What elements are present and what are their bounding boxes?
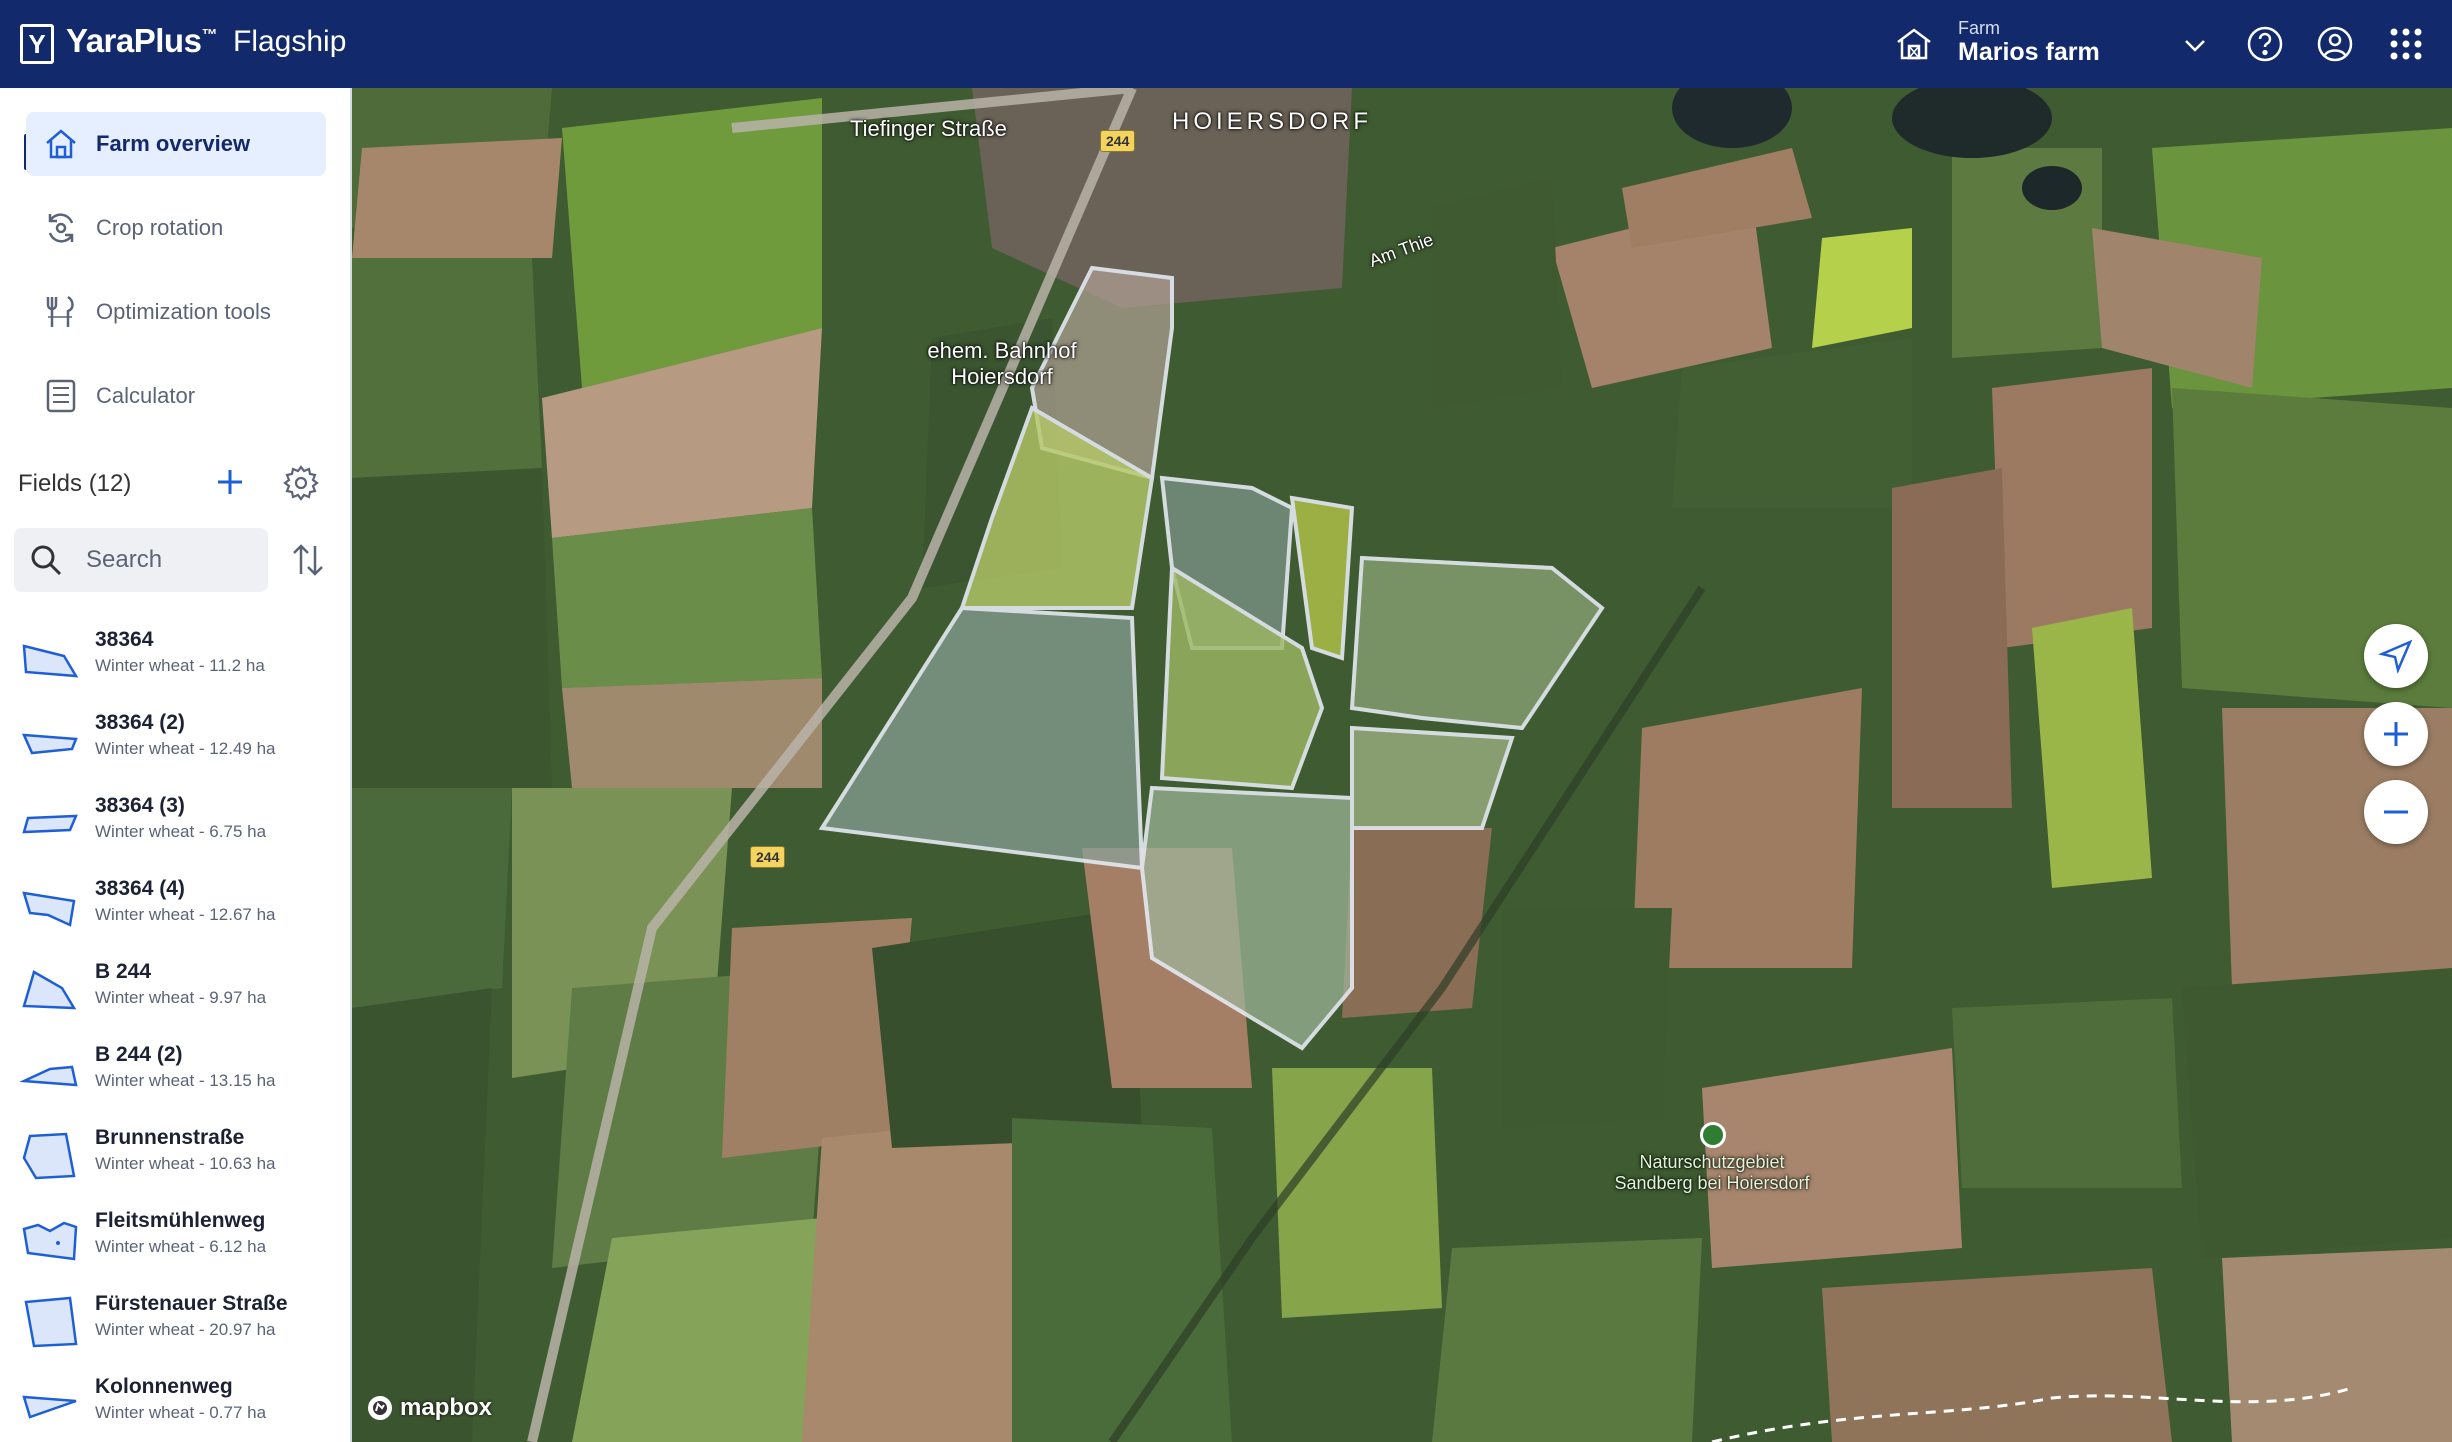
field-meta: Winter wheat - 11.2 ha — [95, 656, 265, 675]
map-poi-label-line: Hoiersdorf — [951, 364, 1053, 389]
product-name: Flagship — [233, 25, 347, 58]
map-village-label: HOIERSDORF — [1172, 108, 1373, 135]
zoom-out-button[interactable] — [2364, 780, 2428, 844]
locate-button[interactable] — [2364, 624, 2428, 688]
home-icon — [46, 129, 76, 159]
sidebar: Farm overview Crop rotation Optimization… — [0, 88, 352, 1442]
field-name: 38364 — [95, 628, 154, 651]
field-name: 38364 (2) — [95, 711, 185, 734]
field-name: B 244 — [95, 960, 152, 983]
plus-icon — [2384, 722, 2408, 746]
map-poi-label: Naturschutzgebiet Sandberg bei Hoiersdor… — [1592, 1152, 1832, 1194]
map-street-label: Tiefinger Straße — [850, 116, 1007, 141]
field-name: Kolonnenweg — [95, 1375, 233, 1398]
gear-icon[interactable] — [282, 464, 320, 502]
map-poi-label-line: ehem. Bahnhof — [927, 338, 1077, 363]
field-shape-icon — [24, 1296, 78, 1348]
account-icon[interactable] — [2315, 24, 2355, 64]
field-shape-icon — [20, 1065, 78, 1087]
nav-farm-overview[interactable]: Farm overview — [26, 112, 326, 176]
map-poi-label: ehem. Bahnhof Hoiersdorf — [922, 338, 1082, 390]
nav-label: Farm overview — [96, 131, 251, 156]
yara-logo[interactable]: Y — [20, 24, 54, 64]
field-shape-icon — [22, 970, 77, 1010]
search-icon — [31, 545, 62, 576]
nav-crop-rotation[interactable]: Crop rotation — [26, 196, 326, 260]
brand-text: YaraPlus — [66, 22, 202, 59]
field-name: 38364 (3) — [95, 794, 185, 817]
field-name: B 244 (2) — [95, 1043, 183, 1066]
field-meta: Winter wheat - 6.12 ha — [95, 1237, 267, 1256]
field-list-item[interactable]: Kolonnenweg Winter wheat - 0.77 ha — [0, 1365, 350, 1442]
field-shape-icon — [22, 1221, 78, 1261]
farm-caption: Farm — [1958, 18, 2000, 38]
add-field-icon[interactable] — [212, 464, 248, 500]
navigation-arrow-icon — [2378, 639, 2413, 674]
field-shape-icon — [22, 644, 79, 678]
field-meta: Winter wheat - 13.15 ha — [95, 1071, 276, 1090]
field-list-item[interactable]: Fürstenauer Straße Winter wheat - 20.97 … — [0, 1282, 350, 1364]
nature-reserve-icon[interactable] — [1700, 1122, 1726, 1148]
map-poi-label-line: Naturschutzgebiet — [1639, 1152, 1785, 1172]
search-input[interactable] — [86, 540, 258, 580]
search-box — [14, 528, 268, 592]
brand-name: YaraPlus™ — [66, 22, 217, 60]
field-list-item[interactable]: 38364 (3) Winter wheat - 6.75 ha — [0, 784, 350, 866]
field-meta: Winter wheat - 12.67 ha — [95, 905, 276, 924]
nav-label: Calculator — [96, 383, 196, 408]
field-shape-icon — [22, 814, 78, 834]
farm-selector[interactable]: Marios farm — [1958, 38, 2100, 67]
zoom-in-button[interactable] — [2364, 702, 2428, 766]
satellite-map[interactable]: Tiefinger Straße 244 HOIERSDORF Am Thie … — [352, 88, 2452, 1442]
field-name: Fürstenauer Straße — [95, 1292, 288, 1315]
apps-grid-icon[interactable] — [2386, 24, 2426, 64]
field-meta: Winter wheat - 20.97 ha — [95, 1320, 276, 1339]
field-list-item[interactable]: Fleitsmühlenweg Winter wheat - 6.12 ha — [0, 1199, 350, 1281]
field-name: 38364 (4) — [95, 877, 185, 900]
fields-title: Fields (12) — [18, 470, 132, 497]
calculator-icon — [46, 379, 76, 413]
road-number-badge: 244 — [1100, 130, 1136, 152]
field-name: Fleitsmühlenweg — [95, 1209, 266, 1232]
field-list-item[interactable]: 38364 (4) Winter wheat - 12.67 ha — [0, 867, 350, 949]
field-meta: Winter wheat - 6.75 ha — [95, 822, 267, 841]
field-name: Brunnenstraße — [95, 1126, 245, 1149]
mapbox-text: mapbox — [400, 1394, 493, 1421]
road-number-badge: 244 — [750, 846, 786, 868]
sort-icon[interactable] — [288, 540, 328, 580]
field-meta: Winter wheat - 0.77 ha — [95, 1403, 267, 1422]
rotation-icon — [48, 213, 74, 243]
top-bar: Y YaraPlus™ Flagship Farm Marios farm — [0, 0, 2452, 88]
mapbox-attribution[interactable]: mapbox — [366, 1394, 492, 1422]
field-list-item[interactable]: B 244 (2) Winter wheat - 13.15 ha — [0, 1033, 350, 1115]
help-icon[interactable] — [2245, 24, 2285, 64]
field-shape-icon — [22, 1395, 77, 1419]
nav-calculator[interactable]: Calculator — [26, 364, 326, 428]
tools-icon — [46, 295, 74, 327]
trademark-mark: ™ — [201, 27, 217, 44]
field-shape-icon — [22, 733, 78, 755]
field-meta: Winter wheat - 9.97 ha — [95, 988, 267, 1007]
field-shape-icon — [22, 1132, 76, 1180]
chevron-down-icon[interactable] — [2178, 28, 2212, 62]
field-list-item[interactable]: B 244 Winter wheat - 9.97 ha — [0, 950, 350, 1032]
nav-optimization-tools[interactable]: Optimization tools — [26, 280, 326, 344]
field-list-item[interactable]: 38364 (2) Winter wheat - 12.49 ha — [0, 701, 350, 783]
field-shape-icon — [22, 891, 76, 927]
mapbox-logo-icon — [368, 1396, 392, 1420]
field-list-item[interactable]: 38364 Winter wheat - 11.2 ha — [0, 618, 350, 700]
field-meta: Winter wheat - 12.49 ha — [95, 739, 276, 758]
nav-label: Crop rotation — [96, 215, 224, 240]
map-poi-label-line: Sandberg bei Hoiersdorf — [1614, 1173, 1810, 1193]
field-list-item[interactable]: Brunnenstraße Winter wheat - 10.63 ha — [0, 1116, 350, 1198]
farm-icon[interactable] — [1894, 24, 1934, 64]
minus-icon — [2384, 810, 2408, 814]
field-meta: Winter wheat - 10.63 ha — [95, 1154, 276, 1173]
nav-label: Optimization tools — [96, 299, 271, 324]
satellite-imagery — [352, 88, 2452, 1442]
